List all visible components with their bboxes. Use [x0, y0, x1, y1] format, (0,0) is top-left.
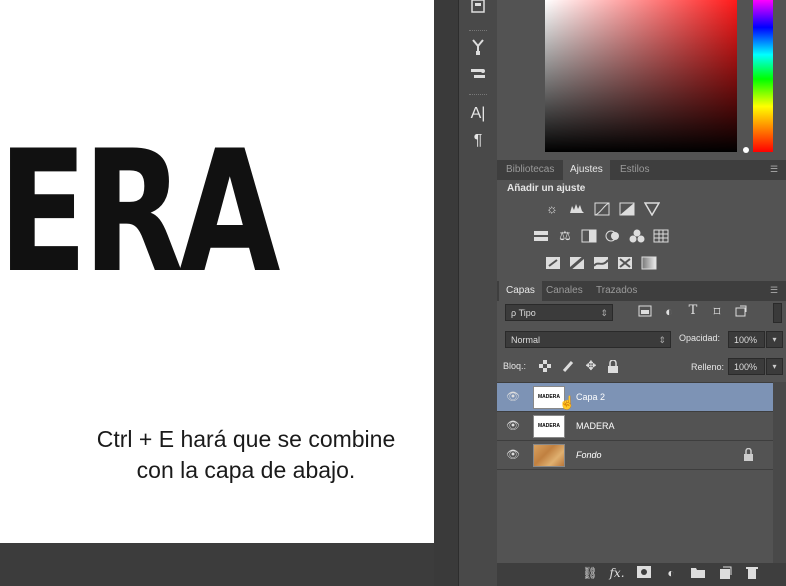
fill-label: Relleno:: [691, 362, 725, 372]
link-layers-icon[interactable]: ⛓: [582, 566, 598, 580]
layer-row-fondo[interactable]: 👁 Fondo: [497, 441, 773, 470]
layer-name[interactable]: MADERA: [576, 412, 615, 441]
adjustments-tabbar: Bibliotecas Ajustes Estilos ☰: [497, 160, 786, 180]
strip-grip[interactable]: [469, 30, 487, 34]
delete-layer-icon[interactable]: [744, 566, 760, 582]
clone-source-icon[interactable]: [459, 66, 497, 86]
photo-filter-icon[interactable]: [605, 229, 621, 243]
brightness-icon[interactable]: ☼: [544, 202, 560, 216]
color-field[interactable]: [545, 0, 737, 152]
art-text: ERA: [0, 114, 280, 310]
fill-dropdown-button[interactable]: ▾: [766, 358, 783, 375]
layers-list: 👁 MADERA ☝ Capa 2 👁 MADERA MADERA 👁 Fond…: [497, 382, 773, 473]
swatches-icon[interactable]: [459, 0, 497, 18]
brush-presets-icon[interactable]: [459, 38, 497, 60]
color-lookup-icon[interactable]: [653, 229, 669, 243]
visibility-eye-icon[interactable]: 👁: [506, 390, 520, 403]
invert-icon[interactable]: [545, 256, 561, 270]
tab-paths[interactable]: Trazados: [589, 281, 644, 301]
gradient-map-icon[interactable]: [641, 256, 657, 270]
paragraph-icon[interactable]: ¶: [459, 132, 497, 150]
lock-pixels-icon[interactable]: [561, 359, 577, 373]
tab-layers[interactable]: Capas: [499, 281, 542, 301]
layers-scrollbar[interactable]: [773, 382, 786, 563]
new-adjustment-icon[interactable]: ◐: [663, 566, 679, 580]
color-picker-handle[interactable]: [743, 147, 749, 153]
blend-mode-select[interactable]: Normal ⇕: [505, 331, 671, 348]
document-canvas[interactable]: ERA Ctrl + E hará que se combine con la …: [0, 0, 434, 543]
visibility-eye-icon[interactable]: 👁: [506, 448, 520, 461]
selective-color-icon[interactable]: [617, 256, 633, 270]
filter-adjustment-icon[interactable]: ◐: [661, 305, 677, 319]
fill-input[interactable]: 100%: [728, 358, 765, 375]
hue-saturation-icon[interactable]: [533, 229, 549, 243]
opacity-label: Opacidad:: [679, 333, 721, 343]
color-balance-icon[interactable]: ⚖: [557, 229, 573, 243]
tab-adjustments[interactable]: Ajustes: [563, 160, 610, 180]
layers-bottom-bar: ⛓ fx. ◐: [497, 563, 786, 586]
filter-smart-object-icon[interactable]: [733, 305, 749, 319]
lock-transparent-icon[interactable]: [537, 360, 553, 374]
filter-toggle[interactable]: [773, 303, 782, 323]
add-mask-icon[interactable]: [636, 566, 652, 581]
layers-tabbar: Capas Canales Trazados ☰: [497, 281, 786, 301]
tab-libraries[interactable]: Bibliotecas: [499, 160, 561, 180]
tab-styles[interactable]: Estilos: [613, 160, 656, 180]
layer-name[interactable]: Capa 2: [576, 383, 605, 412]
adjust-heading: Añadir un ajuste: [507, 183, 586, 194]
layer-row-capa-2[interactable]: 👁 MADERA ☝ Capa 2: [497, 383, 773, 412]
filter-pixel-icon[interactable]: [637, 305, 653, 319]
posterize-icon[interactable]: [569, 255, 585, 271]
filter-label: ρ Tipo: [511, 308, 536, 318]
strip-grip[interactable]: [469, 94, 487, 98]
curves-icon[interactable]: [594, 202, 610, 216]
updown-icon: ⇕: [658, 335, 666, 345]
updown-icon: ⇕: [600, 308, 608, 318]
lock-label: Bloq.:: [503, 361, 527, 371]
tab-channels[interactable]: Canales: [539, 281, 590, 301]
blend-mode-value: Normal: [511, 335, 541, 345]
opacity-dropdown-button[interactable]: ▾: [766, 331, 783, 348]
opacity-input[interactable]: 100%: [728, 331, 765, 348]
layer-lock-icon: [743, 447, 754, 466]
fx-icon[interactable]: fx.: [609, 566, 625, 580]
vibrance-icon[interactable]: [643, 202, 661, 217]
layer-name[interactable]: Fondo: [576, 441, 602, 470]
canvas-bottom-area: [0, 543, 440, 586]
panel-icon-strip: A| ¶: [458, 0, 498, 586]
layer-thumbnail: MADERA: [533, 415, 565, 438]
threshold-icon[interactable]: [593, 256, 609, 270]
character-icon[interactable]: A|: [459, 105, 497, 123]
filter-type-icon[interactable]: T: [685, 304, 701, 318]
channel-mixer-icon[interactable]: [629, 229, 645, 243]
new-layer-icon[interactable]: [717, 566, 733, 582]
wood-thumbnail: [533, 444, 565, 467]
panel-menu-icon[interactable]: ☰: [770, 285, 782, 295]
panel-divider: [434, 0, 458, 586]
lock-position-icon[interactable]: ✥: [583, 359, 599, 373]
cursor-hand-icon: ☝: [559, 395, 576, 410]
black-white-icon[interactable]: [581, 229, 597, 243]
lock-all-icon[interactable]: [605, 359, 621, 374]
new-group-icon[interactable]: [690, 566, 706, 581]
layer-row-madera[interactable]: 👁 MADERA MADERA: [497, 412, 773, 441]
layer-filter-select[interactable]: ρ Tipo ⇕: [505, 304, 613, 321]
exposure-icon[interactable]: [619, 202, 635, 216]
visibility-eye-icon[interactable]: 👁: [506, 419, 520, 432]
caption-text: Ctrl + E hará que se combine con la capa…: [96, 426, 396, 483]
filter-shape-icon[interactable]: ⌑: [709, 305, 725, 319]
hue-slider[interactable]: [753, 0, 773, 152]
panel-menu-icon[interactable]: ☰: [770, 164, 782, 174]
levels-icon[interactable]: [569, 202, 585, 216]
